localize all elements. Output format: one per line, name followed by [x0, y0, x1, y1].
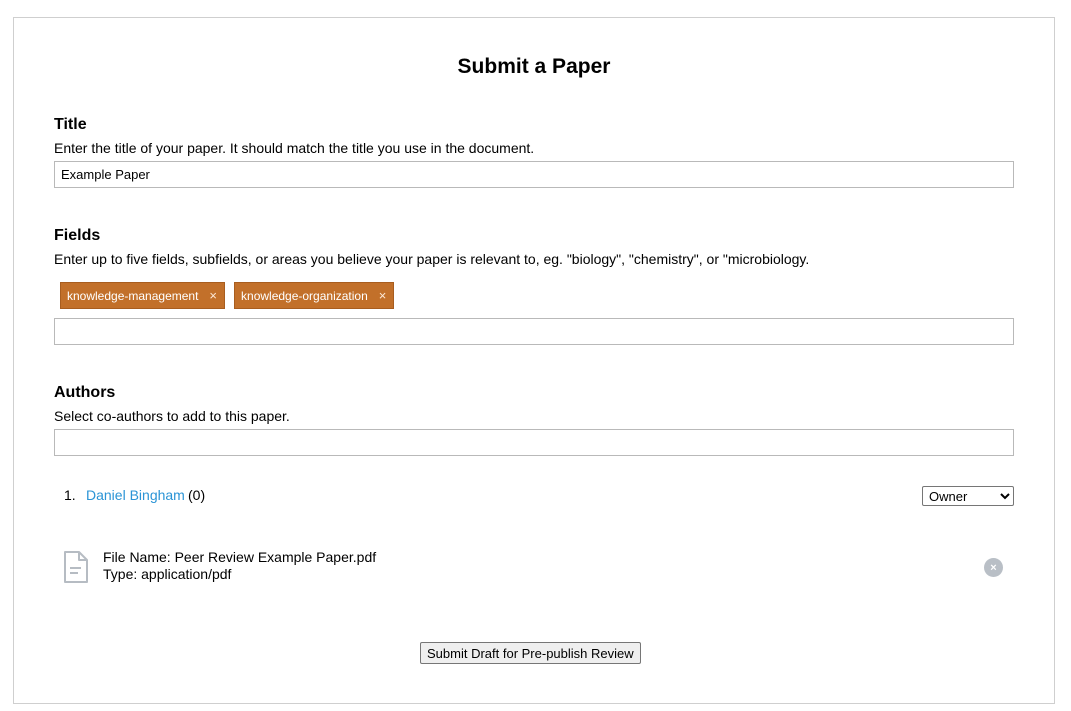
submit-paper-form: Submit a Paper Title Enter the title of … — [13, 17, 1055, 704]
field-tag: knowledge-management × — [60, 282, 226, 309]
author-role-select[interactable]: Owner — [922, 486, 1014, 506]
submit-draft-button[interactable]: Submit Draft for Pre-publish Review — [420, 642, 641, 664]
document-icon — [63, 551, 89, 588]
author-count: (0) — [188, 487, 206, 503]
field-tag-list: knowledge-management × knowledge-organiz… — [60, 282, 395, 309]
field-tag: knowledge-organization × — [234, 282, 395, 309]
fields-input[interactable] — [54, 318, 1014, 345]
field-tag-label: knowledge-management — [67, 288, 199, 303]
fields-help-text: Enter up to five fields, subfields, or a… — [54, 251, 810, 267]
author-index: 1. — [64, 487, 76, 503]
author-search-input[interactable] — [54, 429, 1014, 456]
uploaded-file: File Name: Peer Review Example Paper.pdf… — [54, 548, 1014, 588]
title-heading: Title — [54, 116, 87, 133]
file-name: File Name: Peer Review Example Paper.pdf — [103, 549, 377, 565]
remove-tag-icon[interactable]: × — [379, 289, 387, 302]
authors-help-text: Select co-authors to add to this paper. — [54, 408, 290, 424]
title-input[interactable] — [54, 161, 1014, 188]
fields-heading: Fields — [54, 227, 101, 244]
field-tag-label: knowledge-organization — [241, 288, 368, 303]
remove-file-icon[interactable]: × — [984, 558, 1003, 577]
title-help-text: Enter the title of your paper. It should… — [54, 140, 535, 156]
author-name-link[interactable]: Daniel Bingham — [86, 487, 185, 503]
authors-heading: Authors — [54, 384, 116, 401]
remove-tag-icon[interactable]: × — [209, 289, 217, 302]
file-type: Type: application/pdf — [103, 566, 232, 582]
page-title: Submit a Paper — [457, 55, 611, 78]
author-list-item: 1. Daniel Bingham (0) Owner — [54, 484, 1014, 508]
